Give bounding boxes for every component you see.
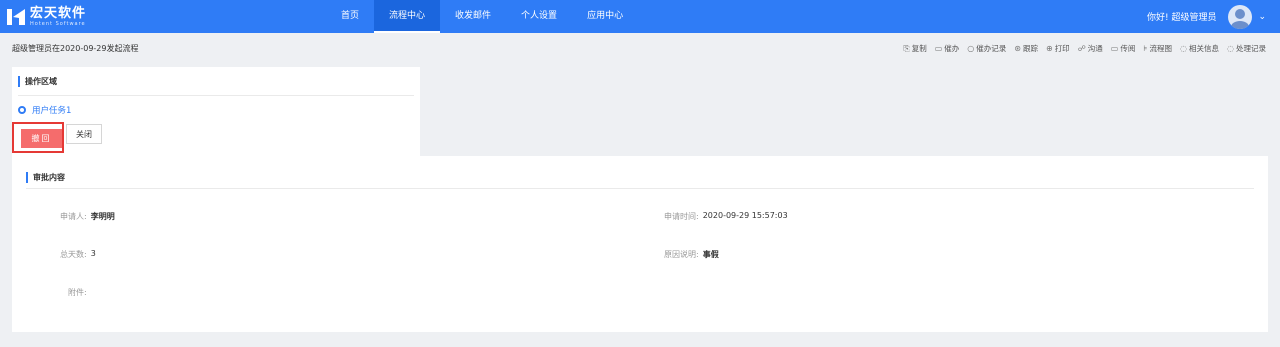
urge-label: 催办 (944, 44, 960, 53)
close-button[interactable]: 关闭 (66, 124, 102, 144)
reason-value: 事假 (702, 250, 719, 259)
main-nav: 首页 流程中心 收发邮件 个人设置 应用中心 (326, 0, 638, 33)
user-menu[interactable]: 你好! 超级管理员 ⌄ (1147, 0, 1266, 33)
print-icon: ⊕ (1045, 44, 1053, 53)
track-icon: ⊛ (1014, 44, 1021, 53)
flowchart-button[interactable]: ⊧ 流程图 (1143, 43, 1172, 54)
communicate-icon: ☍ (1077, 44, 1086, 53)
divider (18, 95, 414, 96)
approval-section-title: 审批内容 (26, 172, 65, 183)
flow-actions: ⎘ 复制 ▭ 催办 ○ 催办记录 ⊛ 跟踪 ⊕ 打印 ☍ 沟通 ▭ 传阅 ⊧ 流程图 ◌ 相关信息… (903, 43, 1266, 54)
forward-icon: ▭ (1110, 44, 1119, 53)
copy-icon: ⎘ (903, 43, 910, 53)
forward-button[interactable]: ▭ 传阅 (1111, 43, 1136, 54)
user-avatar-icon[interactable] (1228, 4, 1253, 29)
reason-label: 原因说明: (664, 250, 699, 259)
forward-label: 传阅 (1120, 44, 1136, 53)
divider (26, 188, 1254, 189)
chevron-down-icon[interactable]: ⌄ (1258, 12, 1266, 22)
withdraw-highlight: 撤回 (12, 122, 64, 153)
operation-panel: 操作区域 用户任务1 撤回 关闭 (12, 67, 420, 156)
task-label: 用户任务1 (32, 106, 72, 116)
print-label: 打印 (1054, 44, 1070, 53)
history-icon: ◌ (1227, 44, 1234, 53)
urge-icon: ▭ (934, 44, 943, 53)
related-info-button[interactable]: ◌ 相关信息 (1180, 43, 1219, 54)
history-button[interactable]: ◌ 处理记录 (1227, 43, 1266, 54)
track-label: 跟踪 (1022, 44, 1038, 53)
apply-time-label: 申请时间: (664, 212, 699, 221)
nav-item-personal-settings[interactable]: 个人设置 (506, 0, 572, 33)
task-option[interactable]: 用户任务1 (18, 104, 71, 116)
track-button[interactable]: ⊛ 跟踪 (1014, 43, 1038, 54)
urge-record-button[interactable]: ○ 催办记录 (967, 43, 1006, 54)
applicant-field: 申请人: 李明明 (60, 211, 115, 222)
history-label: 处理记录 (1236, 44, 1266, 53)
total-days-label: 总天数: (60, 250, 87, 259)
brand-name-en: Hotent Software (30, 21, 86, 27)
user-greeting: 你好! 超级管理员 (1146, 13, 1217, 23)
total-days-value: 3 (90, 249, 96, 258)
related-info-label: 相关信息 (1189, 44, 1220, 53)
brand-name: 宏天软件 (30, 6, 87, 21)
operation-section-title: 操作区域 (18, 76, 57, 87)
logo-icon (6, 7, 26, 27)
applicant-value: 李明明 (90, 212, 115, 221)
flowchart-icon: ⊧ (1143, 44, 1148, 53)
apply-time-value: 2020-09-29 15:57:03 (702, 211, 788, 220)
applicant-label: 申请人: (60, 212, 87, 221)
top-navigation-bar: 宏天软件 Hotent Software 首页 流程中心 收发邮件 个人设置 应… (0, 0, 1280, 33)
communicate-button[interactable]: ☍ 沟通 (1078, 43, 1103, 54)
approval-content-panel: 审批内容 申请人: 李明明 申请时间: 2020-09-29 15:57:03 … (12, 156, 1268, 332)
nav-item-mail[interactable]: 收发邮件 (440, 0, 506, 33)
search-icon: ○ (967, 44, 975, 53)
print-button[interactable]: ⊕ 打印 (1046, 43, 1070, 54)
attachment-label: 附件: (68, 288, 87, 297)
attachment-field: 附件: (68, 287, 91, 298)
flow-subheader: 超级管理员在2020-09-29发起流程 ⎘ 复制 ▭ 催办 ○ 催办记录 ⊛ 跟踪 ⊕… (0, 33, 1280, 63)
copy-button[interactable]: ⎘ 复制 (903, 43, 926, 54)
nav-item-flow-center[interactable]: 流程中心 (374, 0, 441, 33)
nav-item-app-center[interactable]: 应用中心 (572, 0, 638, 33)
urge-button[interactable]: ▭ 催办 (935, 43, 960, 54)
nav-item-home[interactable]: 首页 (326, 0, 374, 33)
total-days-field: 总天数: 3 (60, 249, 96, 260)
flowchart-label: 流程图 (1149, 44, 1173, 53)
copy-label: 复制 (911, 44, 927, 53)
flow-title: 超级管理员在2020-09-29发起流程 (12, 44, 139, 53)
brand-logo[interactable]: 宏天软件 Hotent Software (6, 5, 86, 29)
apply-time-field: 申请时间: 2020-09-29 15:57:03 (664, 211, 788, 222)
withdraw-button[interactable]: 撤回 (21, 129, 62, 148)
reason-field: 原因说明: 事假 (664, 249, 719, 260)
communicate-label: 沟通 (1087, 44, 1103, 53)
urge-record-label: 催办记录 (976, 44, 1007, 53)
radio-selected-icon[interactable] (18, 106, 26, 114)
related-info-icon: ◌ (1180, 44, 1188, 53)
